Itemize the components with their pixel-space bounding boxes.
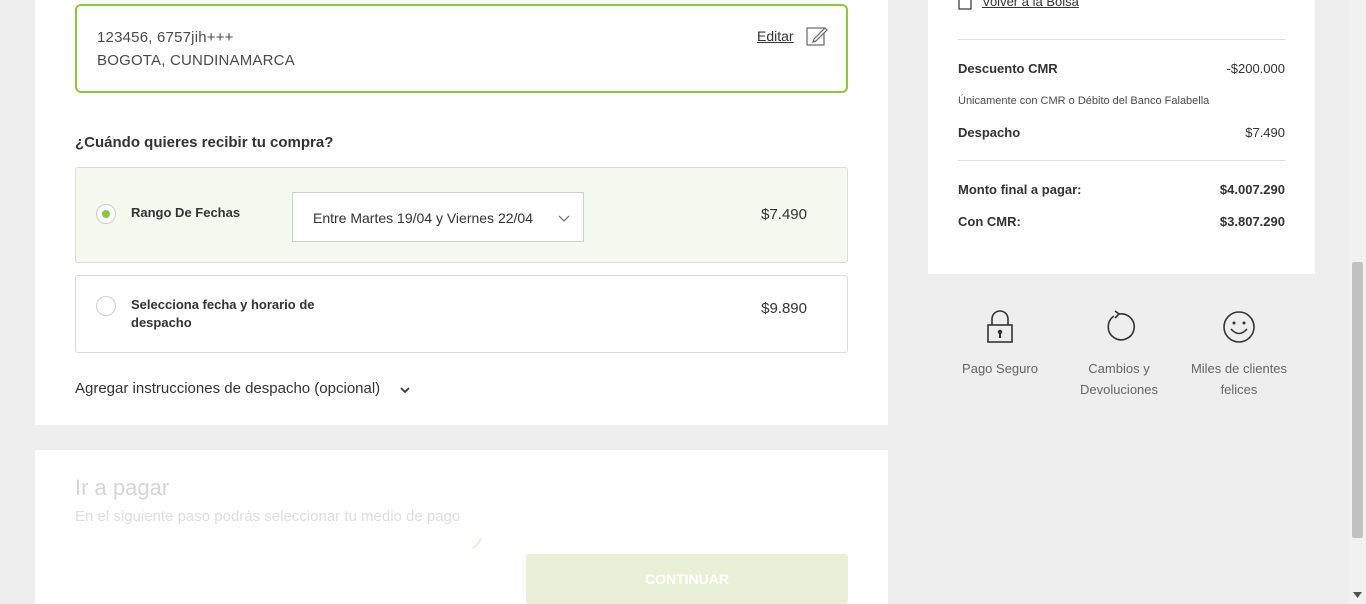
shipping-value: $7.490 (1245, 125, 1285, 140)
chevron-down-icon (558, 215, 570, 222)
address-line-2: BOGOTA, CUNDINAMARCA (97, 52, 295, 69)
summary-divider (958, 39, 1285, 40)
total-value: $4.007.290 (1219, 182, 1285, 197)
date-range-price: $7.490 (761, 206, 807, 223)
lock-icon (987, 310, 1013, 343)
scrollbar-thumb[interactable] (1352, 262, 1363, 538)
order-summary: Volver a la Bolsa Descuento CMR -$200.00… (928, 0, 1315, 274)
delivery-option-date-range[interactable]: Rango De Fechas Entre Martes 19/04 y Vie… (75, 167, 848, 263)
total-label: Monto final a pagar: (958, 182, 1082, 197)
date-range-select[interactable]: Entre Martes 19/04 y Viernes 22/04 (292, 192, 584, 242)
delivery-card: 123456, 6757jih+++ BOGOTA, CUNDINAMARCA … (35, 0, 888, 425)
schedule-radio[interactable] (96, 296, 116, 316)
summary-divider (958, 160, 1285, 161)
delivery-instructions-toggle[interactable]: Agregar instrucciones de despacho (opcio… (75, 380, 380, 397)
discount-label: Descuento CMR (958, 61, 1058, 76)
address-box: 123456, 6757jih+++ BOGOTA, CUNDINAMARCA … (75, 4, 848, 93)
edit-icon[interactable] (806, 25, 828, 47)
scroll-down-arrow-icon[interactable] (1353, 592, 1362, 598)
discount-value: -$200.000 (1226, 61, 1285, 76)
back-to-bag-link[interactable]: Volver a la Bolsa (982, 0, 1079, 9)
edit-address-link[interactable]: Editar (757, 28, 794, 44)
delivery-title: ¿Cuándo quieres recibir tu compra? (75, 134, 334, 151)
address-line-1: 123456, 6757jih+++ (97, 29, 234, 46)
smiley-icon (1223, 311, 1255, 343)
date-range-label: Rango De Fechas (131, 205, 241, 220)
payment-subtitle: En el siguiente paso podrás seleccionar … (75, 508, 461, 525)
chevron-down-icon[interactable] (399, 384, 411, 396)
loading-spinner-icon (471, 537, 482, 549)
payment-card: Ir a pagar En el siguiente paso podrás s… (35, 450, 888, 604)
date-range-value: Entre Martes 19/04 y Viernes 22/04 (313, 210, 533, 226)
delivery-option-schedule[interactable]: Selecciona fecha y horario de despacho $… (75, 275, 848, 353)
payment-title: Ir a pagar (75, 475, 170, 500)
cmr-total-label: Con CMR: (958, 214, 1021, 229)
shipping-label: Despacho (958, 125, 1021, 140)
trust-secure-payment: Pago Seguro (945, 310, 1055, 379)
discount-note: Únicamente con CMR o Débito del Banco Fa… (958, 95, 1210, 107)
schedule-price: $9.890 (761, 300, 807, 317)
bag-icon (958, 0, 972, 10)
secure-payment-label: Pago Seguro (962, 361, 1038, 376)
happy-clients-label: Miles de clientes felices (1190, 361, 1288, 397)
refresh-icon (1107, 310, 1135, 341)
cmr-total-value: $3.807.290 (1219, 214, 1285, 229)
trust-returns: Cambios y Devoluciones (1064, 310, 1174, 400)
date-range-radio[interactable] (96, 204, 116, 224)
returns-label: Cambios y Devoluciones (1079, 361, 1159, 397)
schedule-label: Selecciona fecha y horario de despacho (131, 297, 315, 330)
trust-happy-clients: Miles de clientes felices (1184, 310, 1294, 400)
continue-button[interactable]: CONTINUAR (526, 554, 848, 604)
